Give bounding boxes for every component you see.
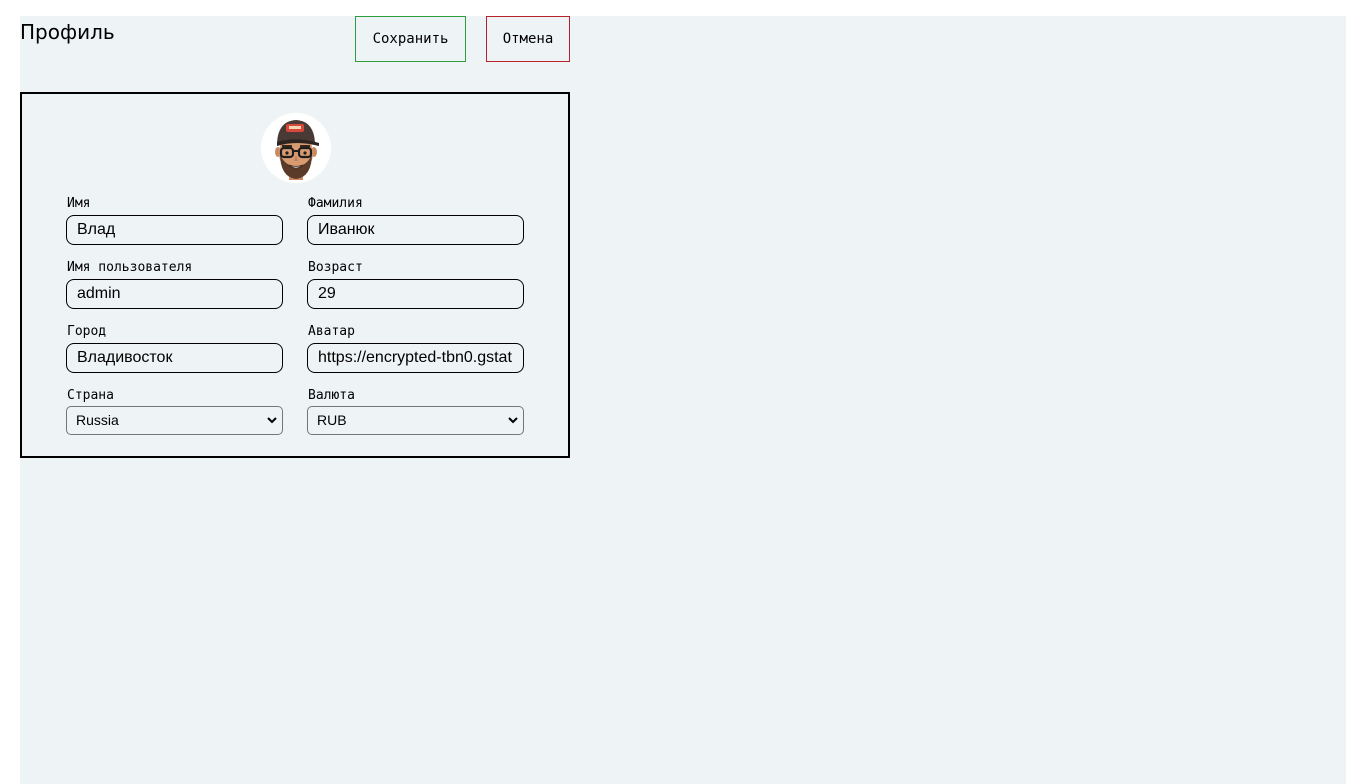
avatar-url-group: Аватар <box>307 323 524 373</box>
city-input[interactable] <box>66 343 283 373</box>
age-group: Возраст <box>307 259 524 309</box>
currency-label: Валюта <box>308 388 355 403</box>
city-group: Город <box>66 323 283 373</box>
first-name-input[interactable] <box>66 215 283 245</box>
last-name-input[interactable] <box>307 215 524 245</box>
cancel-button[interactable]: Отмена <box>486 16 570 62</box>
page-title: Профиль <box>20 20 115 44</box>
username-input[interactable] <box>66 279 283 309</box>
last-name-group: Фамилия <box>307 195 524 245</box>
country-select[interactable]: Russia <box>66 406 283 435</box>
age-label: Возраст <box>308 260 363 275</box>
avatar-url-input[interactable] <box>307 343 524 373</box>
first-name-group: Имя <box>66 195 283 245</box>
first-name-label: Имя <box>67 196 91 211</box>
chevron-down-icon <box>508 417 518 424</box>
avatar <box>261 113 331 183</box>
username-label: Имя пользователя <box>67 260 193 275</box>
save-button[interactable]: Сохранить <box>355 16 466 62</box>
avatar-image <box>261 113 331 183</box>
currency-select[interactable]: RUB <box>307 406 524 435</box>
currency-group: Валюта RUB <box>307 387 524 435</box>
country-group: Страна Russia <box>66 387 283 435</box>
avatar-url-label: Аватар <box>308 324 355 339</box>
last-name-label: Фамилия <box>308 196 363 211</box>
city-label: Город <box>67 324 107 339</box>
username-group: Имя пользователя <box>66 259 283 309</box>
chevron-down-icon <box>267 417 277 424</box>
age-input[interactable] <box>307 279 524 309</box>
profile-card: Имя Фамилия Имя пользователя Возраст Гор… <box>20 92 570 458</box>
country-label: Страна <box>67 388 114 403</box>
currency-select-value: RUB <box>317 412 347 428</box>
country-select-value: Russia <box>76 412 119 428</box>
